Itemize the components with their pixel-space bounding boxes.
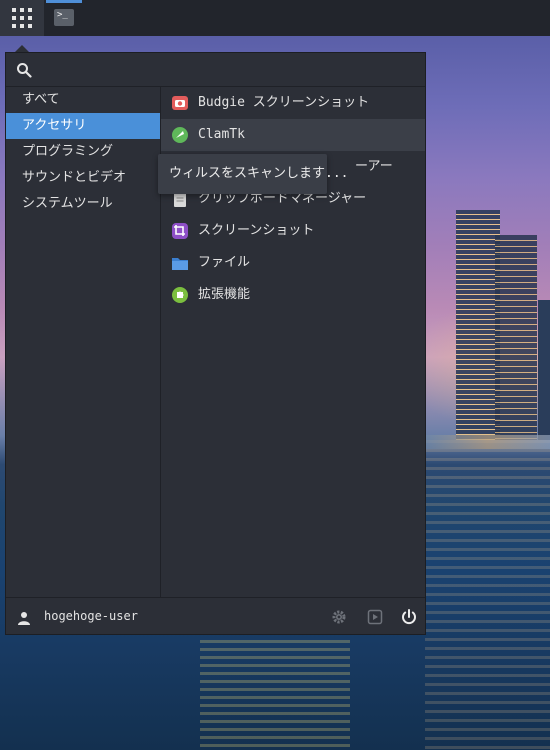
app-label: 拡張機能: [198, 287, 251, 302]
app-menu-popover: すべて アクセサリ プログラミング サウンドとビデオ システムツール Budgi…: [5, 52, 426, 635]
search-icon: [17, 63, 32, 78]
active-indicator: [46, 0, 82, 3]
menu-caret: [15, 45, 29, 52]
app-item-screenshot[interactable]: スクリーンショット: [161, 215, 425, 247]
app-label: スクリーンショット: [198, 223, 315, 238]
category-sound-video[interactable]: サウンドとビデオ: [6, 165, 160, 191]
app-tooltip: ウィルスをスキャンします...: [158, 154, 348, 194]
extensions-icon: [172, 287, 188, 303]
folder-icon: [172, 258, 188, 270]
app-menu-button[interactable]: [0, 0, 44, 36]
budgie-screenshot-icon: [172, 96, 188, 110]
grid-icon: [12, 8, 32, 28]
category-list: すべて アクセサリ プログラミング サウンドとビデオ システムツール: [6, 87, 161, 597]
app-item-files[interactable]: ファイル: [161, 247, 425, 279]
wallpaper-tower: [538, 300, 550, 440]
terminal-icon: >_: [54, 9, 74, 26]
app-label: ーアー: [355, 159, 393, 174]
settings-icon[interactable]: [330, 608, 348, 626]
app-label: Budgie スクリーンショット: [198, 95, 370, 110]
wallpaper-water-reflection: [425, 440, 550, 750]
user-name[interactable]: hogehoge-user: [44, 609, 138, 623]
power-icon[interactable]: [400, 608, 418, 626]
wallpaper-shoreline: [425, 435, 550, 449]
category-programming[interactable]: プログラミング: [6, 139, 160, 165]
screenshot-icon: [172, 223, 188, 239]
search-input[interactable]: [40, 57, 419, 84]
category-system-tools[interactable]: システムツール: [6, 191, 160, 217]
app-item-extensions[interactable]: 拡張機能: [161, 279, 425, 311]
app-item-clamtk[interactable]: ClamTk: [161, 119, 425, 151]
app-label: ClamTk: [198, 127, 245, 142]
wallpaper-water-reflection-2: [200, 640, 350, 750]
category-all[interactable]: すべて: [6, 87, 160, 113]
top-panel: >_: [0, 0, 550, 36]
category-accessories[interactable]: アクセサリ: [6, 113, 160, 139]
clamtk-icon: [172, 127, 188, 143]
menu-footer: hogehoge-user: [6, 597, 425, 635]
search-bar: [6, 53, 425, 87]
taskbar-terminal-button[interactable]: >_: [46, 0, 82, 36]
user-icon: [18, 612, 30, 625]
app-item-budgie-screenshot[interactable]: Budgie スクリーンショット: [161, 87, 425, 119]
wallpaper-tower: [456, 210, 500, 440]
wallpaper-tower: [495, 235, 537, 440]
lock-icon[interactable]: [366, 608, 384, 626]
app-label: ファイル: [198, 255, 251, 270]
